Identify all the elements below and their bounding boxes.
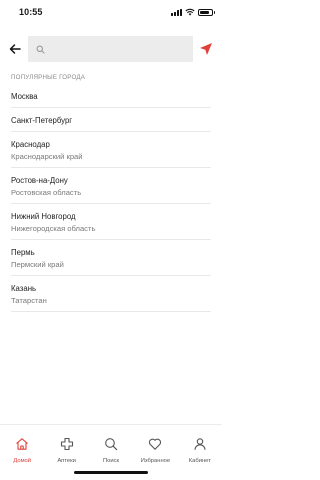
battery-level [200,10,210,14]
city-item-moscow[interactable]: Москва [11,84,211,108]
city-name: Ростов-на-Дону [11,176,68,185]
back-arrow-icon[interactable] [7,41,23,57]
status-bar: 10:55 [0,0,222,26]
pharmacy-cross-icon [60,437,73,451]
heart-icon [149,438,162,450]
city-name: Нижний Новгород [11,212,76,221]
search-icon [105,438,118,451]
tab-label: Избранное [140,458,171,464]
profile-icon [194,438,206,450]
city-item-perm[interactable]: Пермь Пермский край [11,240,211,276]
search-header [0,36,222,64]
tab-home[interactable]: Домой [0,425,44,480]
city-list: Москва Санкт-Петербург Краснодар Краснод… [0,84,222,312]
tab-label: Домой [13,458,32,464]
city-region: Ростовская область [11,188,82,197]
tab-account[interactable]: Кабинет [178,425,222,480]
search-box[interactable] [28,36,193,62]
search-icon [36,45,45,54]
city-item-krasnodar[interactable]: Краснодар Краснодарский край [11,132,211,168]
home-indicator [74,471,148,474]
city-name: Краснодар [11,140,50,149]
status-icons [171,8,215,16]
search-input[interactable] [49,44,189,54]
city-item-rostov-on-don[interactable]: Ростов-на-Дону Ростовская область [11,168,211,204]
popular-cities-title: ПОПУЛЯРНЫЕ ГОРОДА [11,74,86,81]
status-time: 10:55 [19,7,43,17]
city-region: Нижегородская область [11,224,96,233]
city-item-nizhny-novgorod[interactable]: Нижний Новгород Нижегородская область [11,204,211,240]
city-name: Москва [11,92,38,101]
city-name: Пермь [11,248,35,257]
tab-label: Поиск [102,458,120,464]
city-name: Казань [11,284,37,293]
city-region: Краснодарский край [11,152,83,161]
home-icon [16,438,29,450]
city-region: Пермский край [11,260,64,269]
city-item-saint-petersburg[interactable]: Санкт-Петербург [11,108,211,132]
location-arrow-icon[interactable] [199,42,213,56]
city-item-kazan[interactable]: Казань Татарстан [11,276,211,312]
tab-label: Кабинет [188,458,211,464]
cellular-signal-icon [171,8,182,16]
city-region: Татарстан [11,296,47,305]
wifi-icon [185,8,195,16]
city-name: Санкт-Петербург [11,116,73,125]
tab-label: Аптеки [57,458,76,464]
battery-icon [198,8,215,16]
